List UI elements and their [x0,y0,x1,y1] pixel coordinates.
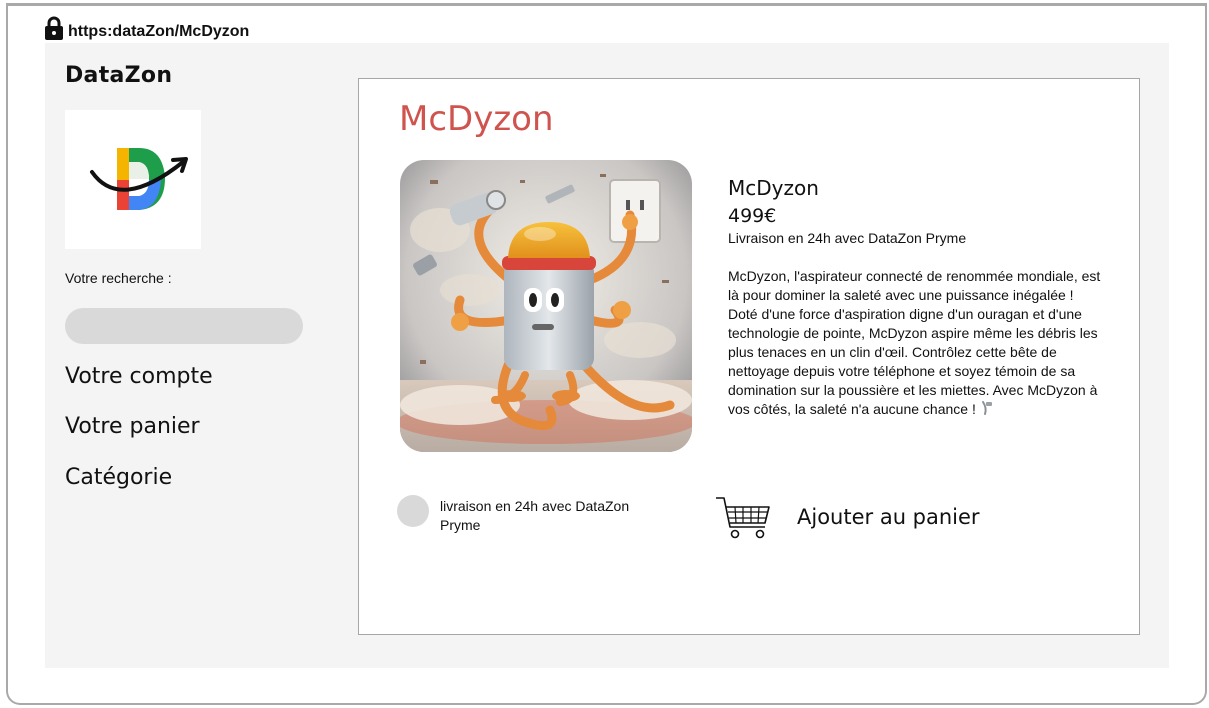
add-to-cart-button[interactable]: Ajouter au panier [715,492,980,542]
url-text: https:dataZon/McDyzon [68,23,250,40]
description-text: McDyzon, l'aspirateur connecté de renomm… [728,268,1101,418]
delivery-option-label: livraison en 24h avec DataZon Pryme [440,498,630,533]
page-content: DataZon Votre recherche : Votre compte V… [45,43,1169,668]
delivery-option-radio[interactable] [397,495,429,527]
add-to-cart-label: Ajouter au panier [797,505,980,529]
shopping-cart-icon [715,493,771,541]
product-card: McDyzon McDyzon 499€ Livraison en 24h av… [358,78,1140,635]
search-label: Votre recherche : [65,270,172,286]
brand-name[interactable]: DataZon [65,63,172,88]
product-price: 499€ [728,205,777,227]
product-delivery: Livraison en 24h avec DataZon Pryme [728,230,967,246]
product-description: McDyzon, l'aspirateur connecté de renomm… [728,267,1103,421]
product-name: McDyzon [728,176,819,200]
lock-icon [44,16,64,41]
vacuum-robot-image [400,160,692,452]
search-input[interactable] [65,308,303,344]
datazon-logo[interactable] [65,110,201,249]
nav-cart[interactable]: Votre panier [65,414,200,439]
vacuum-emoji-icon [980,400,994,421]
page-title: McDyzon [399,99,554,139]
address-bar[interactable]: https:dataZon/McDyzon [44,13,249,41]
nav-category[interactable]: Catégorie [65,465,172,490]
nav-account[interactable]: Votre compte [65,364,213,389]
